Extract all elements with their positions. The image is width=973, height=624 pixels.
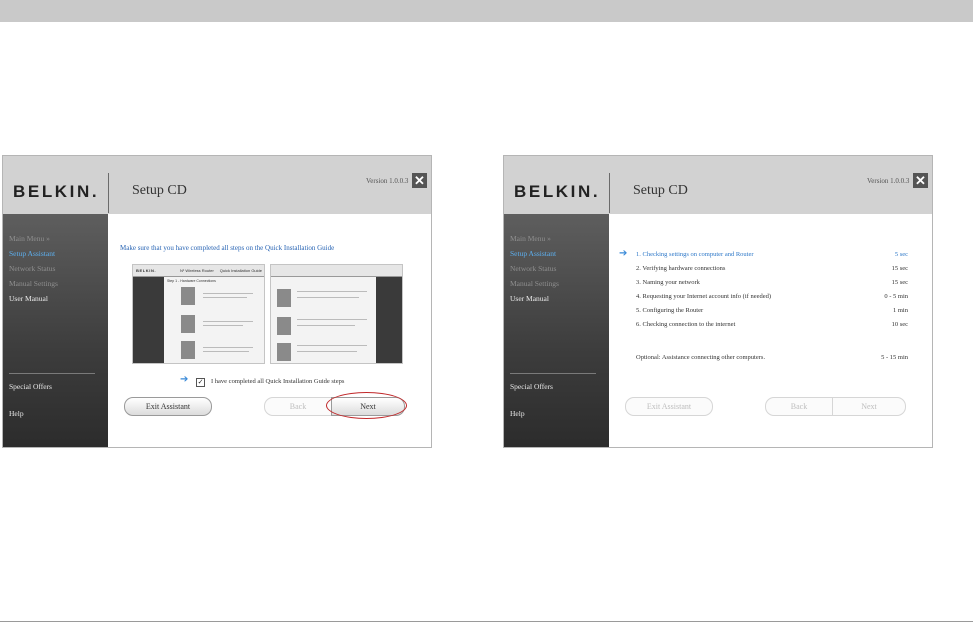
thumb-product: N¹ Wireless Router	[180, 268, 214, 273]
next-button[interactable]: Next	[832, 397, 906, 416]
sidebar-item-main-menu[interactable]: Main Menu »	[510, 234, 551, 243]
guide-thumbnail-2	[270, 264, 403, 364]
thumb-text-line	[203, 347, 253, 348]
instruction-text: Make sure that you have completed all st…	[120, 244, 335, 252]
step-label: 2. Verifying hardware connections	[636, 265, 726, 272]
thumb-text-line	[203, 297, 247, 298]
header-divider	[609, 173, 610, 213]
step-time: 1 min	[893, 307, 908, 314]
arrow-right-icon: ➔	[619, 248, 628, 259]
thumb-text-line	[203, 325, 243, 326]
sidebar-item-user-manual[interactable]: User Manual	[9, 294, 48, 303]
sidebar-item-setup-assistant[interactable]: Setup Assistant	[510, 249, 556, 258]
thumb-text-line	[297, 325, 355, 326]
belkin-logo: BELKIN.	[13, 182, 100, 201]
sidebar-item-setup-assistant[interactable]: Setup Assistant	[9, 249, 55, 258]
thumb-header	[271, 265, 402, 277]
window-title: Setup CD	[132, 183, 187, 198]
step-time: 0 - 5 min	[884, 293, 908, 300]
step-time: 5 sec	[894, 251, 908, 258]
sidebar-item-main-menu[interactable]: Main Menu »	[9, 234, 50, 243]
sidebar: Main Menu » Setup Assistant Network Stat…	[3, 214, 108, 447]
thumb-step-title: Step 1 - Hardware Connections	[167, 279, 216, 283]
thumb-text-line	[203, 321, 253, 322]
thumb-text-line	[297, 345, 367, 346]
sidebar-item-special-offers[interactable]: Special Offers	[9, 382, 52, 391]
version-label: Version 1.0.0.3	[867, 177, 910, 185]
completed-checkbox[interactable]: ✓	[196, 378, 205, 387]
completed-checkbox-label[interactable]: I have completed all Quick Installation …	[211, 378, 344, 385]
step-time: 10 sec	[891, 321, 908, 328]
step-label: 1. Checking settings on computer and Rou…	[636, 251, 754, 258]
step-label: 5. Configuring the Router	[636, 307, 704, 314]
bottom-rule	[0, 621, 973, 622]
sidebar-item-help[interactable]: Help	[9, 409, 24, 418]
step-label: 3. Naming your network	[636, 279, 700, 286]
thumb-header: BELKIN. N¹ Wireless Router Quick Install…	[133, 265, 264, 277]
sidebar-item-user-manual[interactable]: User Manual	[510, 294, 549, 303]
step-label: 6. Checking connection to the internet	[636, 321, 736, 328]
setup-window-left: BELKIN. Setup CD Version 1.0.0.3 ✕ Main …	[2, 155, 432, 448]
belkin-logo: BELKIN.	[514, 182, 601, 201]
setup-window-right: BELKIN. Setup CD Version 1.0.0.3 ✕ Main …	[503, 155, 933, 448]
router-illustration	[181, 315, 195, 333]
thumb-text-line	[297, 351, 357, 352]
thumb-dark-panel	[133, 277, 164, 363]
step-time: 15 sec	[891, 265, 908, 272]
router-illustration	[277, 343, 291, 361]
arrow-right-icon: ➔	[180, 374, 189, 385]
back-button[interactable]: Back	[765, 397, 833, 416]
sidebar-divider	[510, 373, 596, 374]
thumb-text-line	[297, 297, 359, 298]
sidebar: Main Menu » Setup Assistant Network Stat…	[504, 214, 609, 447]
sidebar-item-network-status[interactable]: Network Status	[9, 264, 55, 273]
exit-assistant-button[interactable]: Exit Assistant	[124, 397, 212, 416]
version-label: Version 1.0.0.3	[366, 177, 409, 185]
router-illustration	[181, 287, 195, 305]
step-label: 4. Requesting your Internet account info…	[636, 293, 772, 300]
thumb-text-line	[297, 291, 367, 292]
sidebar-item-network-status[interactable]: Network Status	[510, 264, 556, 273]
close-icon[interactable]: ✕	[412, 173, 427, 188]
thumb-guide-title: Quick Installation Guide	[219, 268, 262, 273]
sidebar-item-manual-settings[interactable]: Manual Settings	[510, 279, 559, 288]
window-header: BELKIN. Setup CD Version 1.0.0.3 ✕	[3, 156, 431, 214]
sidebar-item-manual-settings[interactable]: Manual Settings	[9, 279, 58, 288]
main-content: ➔ 1. Checking settings on computer and R…	[609, 214, 932, 447]
step-time: 15 sec	[891, 279, 908, 286]
window-header: BELKIN. Setup CD Version 1.0.0.3 ✕	[504, 156, 932, 214]
sidebar-item-special-offers[interactable]: Special Offers	[510, 382, 553, 391]
back-button[interactable]: Back	[264, 397, 332, 416]
thumb-text-line	[203, 351, 249, 352]
thumb-text-line	[203, 293, 253, 294]
sidebar-item-help[interactable]: Help	[510, 409, 525, 418]
router-illustration	[181, 341, 195, 359]
close-icon[interactable]: ✕	[913, 173, 928, 188]
thumb-text-line	[297, 319, 367, 320]
optional-label: Optional: Assistance connecting other co…	[636, 354, 766, 361]
router-illustration	[277, 289, 291, 307]
exit-assistant-button[interactable]: Exit Assistant	[625, 397, 713, 416]
guide-thumbnail-1: BELKIN. N¹ Wireless Router Quick Install…	[132, 264, 265, 364]
window-title: Setup CD	[633, 183, 688, 198]
sidebar-divider	[9, 373, 95, 374]
highlight-circle	[326, 392, 407, 419]
main-content: Make sure that you have completed all st…	[108, 214, 431, 447]
header-divider	[108, 173, 109, 213]
optional-time: 5 - 15 min	[881, 354, 908, 361]
thumb-dark-panel	[376, 277, 402, 363]
top-bar	[0, 0, 973, 22]
router-illustration	[277, 317, 291, 335]
thumb-logo: BELKIN.	[136, 268, 157, 273]
